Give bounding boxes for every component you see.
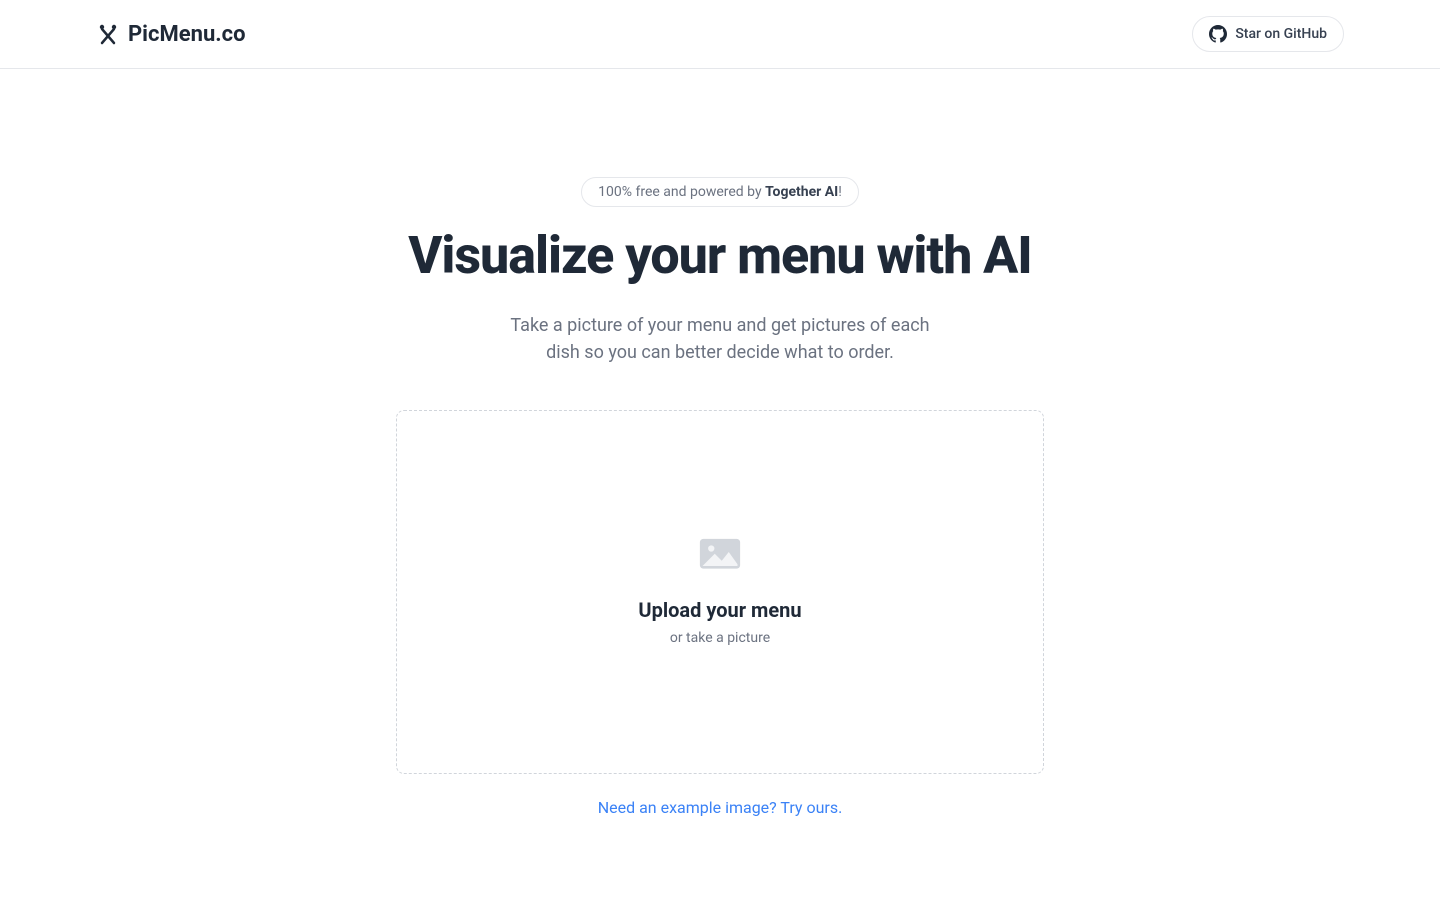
github-button-label: Star on GitHub — [1235, 26, 1327, 42]
utensils-icon — [96, 22, 120, 46]
github-button[interactable]: Star on GitHub — [1192, 16, 1344, 52]
badge-prefix: 100% free and powered by — [598, 184, 765, 200]
powered-by-badge[interactable]: 100% free and powered by Together AI! — [581, 177, 859, 207]
hero-title: Visualize your menu with AI — [408, 227, 1031, 284]
upload-dropzone[interactable]: Upload your menu or take a picture — [396, 410, 1044, 774]
main-content: 100% free and powered by Together AI! Vi… — [0, 69, 1440, 817]
upload-title: Upload your menu — [638, 598, 801, 622]
github-icon — [1209, 25, 1227, 43]
hero-subtitle: Take a picture of your menu and get pict… — [510, 312, 930, 366]
badge-suffix: ! — [838, 184, 842, 200]
image-icon — [699, 538, 741, 570]
upload-subtitle: or take a picture — [670, 630, 770, 646]
example-image-link[interactable]: Need an example image? Try ours. — [598, 798, 843, 817]
logo-link[interactable]: PicMenu.co — [96, 22, 246, 47]
logo-text: PicMenu.co — [128, 22, 246, 47]
badge-bold: Together AI — [765, 184, 838, 200]
header: PicMenu.co Star on GitHub — [0, 0, 1440, 69]
